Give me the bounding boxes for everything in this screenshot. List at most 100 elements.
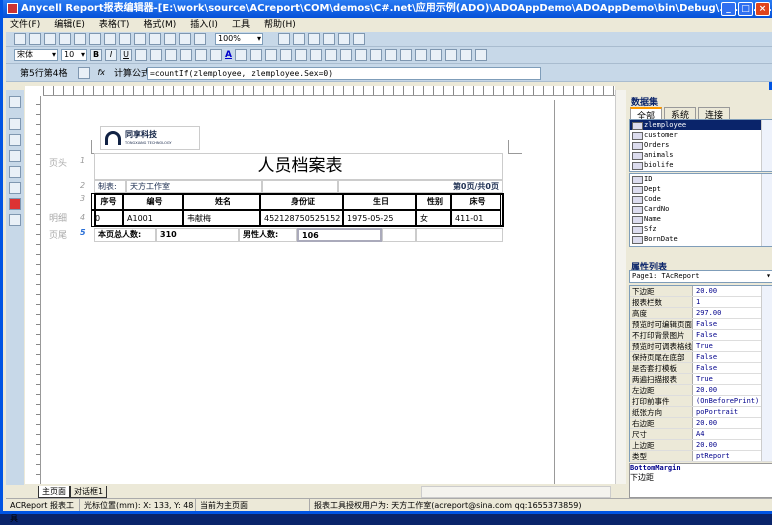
table-cell[interactable]: 韦献梅 xyxy=(183,210,260,227)
bold-button[interactable]: B xyxy=(90,49,102,61)
align-left-icon[interactable] xyxy=(135,49,147,61)
report-title[interactable]: 人员档案表 xyxy=(94,153,503,180)
chart-tool-icon[interactable] xyxy=(9,198,21,210)
empty-cell[interactable] xyxy=(416,228,503,242)
menu-edit[interactable]: 编辑(E) xyxy=(54,18,85,32)
border-center-icon[interactable] xyxy=(354,49,367,61)
field-list-scrollbar[interactable] xyxy=(761,174,772,246)
settings-icon[interactable] xyxy=(194,33,206,45)
font-color-button[interactable]: A xyxy=(225,50,232,60)
grid-icon[interactable] xyxy=(308,33,320,45)
column-header[interactable]: 性别 xyxy=(416,193,451,210)
undo-icon[interactable] xyxy=(149,33,161,45)
column-header[interactable]: 序号 xyxy=(91,193,123,210)
company-logo[interactable]: 同享科技 TONGXIANG TECHNOLOGY xyxy=(100,126,200,150)
total-value[interactable]: 310 xyxy=(156,228,239,242)
property-row[interactable]: 预览时可调表格线 True xyxy=(630,341,772,352)
list-item[interactable]: Name xyxy=(630,214,772,224)
redo-icon[interactable] xyxy=(164,33,176,45)
border-none-icon[interactable] xyxy=(279,49,292,61)
total-label[interactable]: 本页总人数: xyxy=(94,228,156,242)
table-cell[interactable]: 1975-05-25 xyxy=(343,210,416,227)
diagonal2-icon[interactable] xyxy=(444,49,457,61)
valign-middle-icon[interactable] xyxy=(195,49,207,61)
list-item[interactable]: animals xyxy=(630,150,772,160)
checkbox-tool-icon[interactable] xyxy=(9,166,21,178)
border-hmid-icon[interactable] xyxy=(399,49,412,61)
property-scrollbar[interactable] xyxy=(761,286,772,461)
underline-button[interactable]: U xyxy=(120,49,132,61)
minimize-button[interactable]: _ xyxy=(721,2,736,16)
property-row[interactable]: 左边距 20.00 xyxy=(630,385,772,396)
exit-icon[interactable] xyxy=(353,33,365,45)
border-right-icon[interactable] xyxy=(369,49,382,61)
table-cell[interactable]: 411-01 xyxy=(451,210,501,227)
tab-main-page[interactable]: 主页面 xyxy=(38,486,70,498)
align-right-icon[interactable] xyxy=(165,49,177,61)
close-button[interactable]: × xyxy=(755,2,770,16)
maker-value[interactable]: 天方工作室 xyxy=(126,180,262,193)
border-left-icon[interactable] xyxy=(339,49,352,61)
border-top-icon[interactable] xyxy=(384,49,397,61)
empty-cell[interactable] xyxy=(382,228,416,242)
table-cell[interactable]: A1001 xyxy=(123,210,183,227)
column-header[interactable]: 姓名 xyxy=(183,193,260,210)
format-painter-icon[interactable] xyxy=(474,49,487,61)
property-row[interactable]: 尺寸 A4 xyxy=(630,429,772,440)
menu-help[interactable]: 帮助(H) xyxy=(264,18,296,32)
page-icon[interactable] xyxy=(179,33,191,45)
cut-icon[interactable] xyxy=(104,33,116,45)
empty-cell[interactable] xyxy=(262,180,338,193)
open-icon[interactable] xyxy=(29,33,41,45)
menu-tools[interactable]: 工具 xyxy=(232,18,250,32)
border-inner-icon[interactable] xyxy=(324,49,337,61)
font-size-select[interactable]: 10 xyxy=(61,49,87,61)
property-row[interactable]: 类型 ptReport xyxy=(630,451,772,462)
border-outer-icon[interactable] xyxy=(309,49,322,61)
list-item[interactable]: Sfz xyxy=(630,224,772,234)
pointer-icon[interactable] xyxy=(9,96,21,108)
align-center-icon[interactable] xyxy=(150,49,162,61)
maximize-button[interactable]: □ xyxy=(738,2,753,16)
fill-color-icon[interactable] xyxy=(234,49,247,61)
list-item[interactable]: ID xyxy=(630,174,772,184)
property-row[interactable]: 不打印背景图片 False xyxy=(630,330,772,341)
font-select[interactable]: 宋体 xyxy=(14,49,58,61)
valign-bottom-icon[interactable] xyxy=(210,49,222,61)
column-header[interactable]: 编号 xyxy=(123,193,183,210)
text-tool-icon[interactable] xyxy=(9,118,21,130)
property-row[interactable]: 两遍扫描报表 True xyxy=(630,374,772,385)
menu-format[interactable]: 格式(M) xyxy=(143,18,176,32)
property-row[interactable]: 下边距 20.00 xyxy=(630,286,772,297)
list-item[interactable]: CardNo xyxy=(630,204,772,214)
function-icon[interactable]: fx xyxy=(97,68,105,77)
print-icon[interactable] xyxy=(74,33,86,45)
property-row[interactable]: 右边距 20.00 xyxy=(630,418,772,429)
column-header[interactable]: 生日 xyxy=(343,193,416,210)
male-label[interactable]: 男性人数: xyxy=(239,228,297,242)
subreport-tool-icon[interactable] xyxy=(9,214,21,226)
list-item[interactable]: Code xyxy=(630,194,772,204)
list-item[interactable]: zlemployee xyxy=(630,120,772,130)
property-row[interactable]: 保持页尾在底部 False xyxy=(630,352,772,363)
list-item[interactable]: biolife xyxy=(630,160,772,170)
table-cell[interactable]: 452128750525152 xyxy=(260,210,343,227)
split-icon[interactable] xyxy=(338,33,350,45)
paste-icon[interactable] xyxy=(134,33,146,45)
header-icon[interactable] xyxy=(278,33,290,45)
italic-button[interactable]: I xyxy=(105,49,117,61)
list-item[interactable]: Orders xyxy=(630,140,772,150)
menu-insert[interactable]: 插入(I) xyxy=(190,18,218,32)
property-row[interactable]: 纸张方向 poPortrait xyxy=(630,407,772,418)
horizontal-scrollbar[interactable] xyxy=(421,486,611,498)
property-row[interactable]: 报表栏数 1 xyxy=(630,297,772,308)
list-item[interactable]: customer xyxy=(630,130,772,140)
border-icon[interactable] xyxy=(264,49,277,61)
zoom-select[interactable]: 100% xyxy=(215,33,263,45)
object-select[interactable]: Page1: TAcReport xyxy=(629,270,772,283)
page-info[interactable]: 第0页/共0页 xyxy=(338,180,503,193)
list-item[interactable]: BornDate xyxy=(630,234,772,244)
frame-tool-icon[interactable] xyxy=(9,182,21,194)
diagonal-icon[interactable] xyxy=(429,49,442,61)
male-value-selected[interactable]: 106 xyxy=(297,228,382,242)
